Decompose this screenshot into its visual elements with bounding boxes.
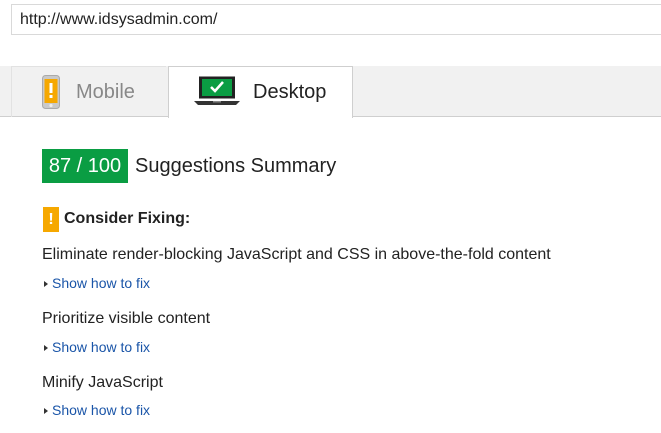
tab-mobile[interactable]: Mobile: [11, 66, 166, 117]
caret-right-icon: [44, 408, 48, 414]
caret-right-icon: [44, 345, 48, 351]
rule-title: Minify JavaScript: [42, 374, 163, 391]
page: http://www.idsysadmin.com/ Mobile Deskto…: [0, 0, 661, 433]
score-badge: 87 / 100: [42, 149, 128, 183]
warning-icon: !: [43, 207, 59, 232]
consider-fixing-title: Consider Fixing:: [64, 210, 191, 227]
rule-title: Eliminate render-blocking JavaScript and…: [42, 246, 551, 263]
mobile-phone-icon: [42, 75, 60, 114]
tab-mobile-label: Mobile: [76, 81, 135, 103]
desktop-monitor-icon: [194, 76, 240, 111]
rule-title: Prioritize visible content: [42, 310, 211, 327]
url-text: http://www.idsysadmin.com/: [20, 11, 218, 28]
url-input[interactable]: http://www.idsysadmin.com/: [11, 4, 661, 35]
show-how-to-fix-label: Show how to fix: [52, 275, 151, 291]
tab-desktop-label: Desktop: [253, 81, 327, 103]
show-how-to-fix-link[interactable]: Show how to fix: [44, 402, 150, 418]
show-how-to-fix-label: Show how to fix: [52, 339, 151, 355]
tab-desktop[interactable]: Desktop: [168, 66, 353, 118]
show-how-to-fix-label: Show how to fix: [52, 402, 151, 418]
caret-right-icon: [44, 281, 48, 287]
show-how-to-fix-link[interactable]: Show how to fix: [44, 275, 150, 291]
tab-bar: Mobile Desktop: [0, 66, 661, 118]
show-how-to-fix-link[interactable]: Show how to fix: [44, 339, 150, 355]
suggestions-summary-title: Suggestions Summary: [135, 155, 337, 177]
